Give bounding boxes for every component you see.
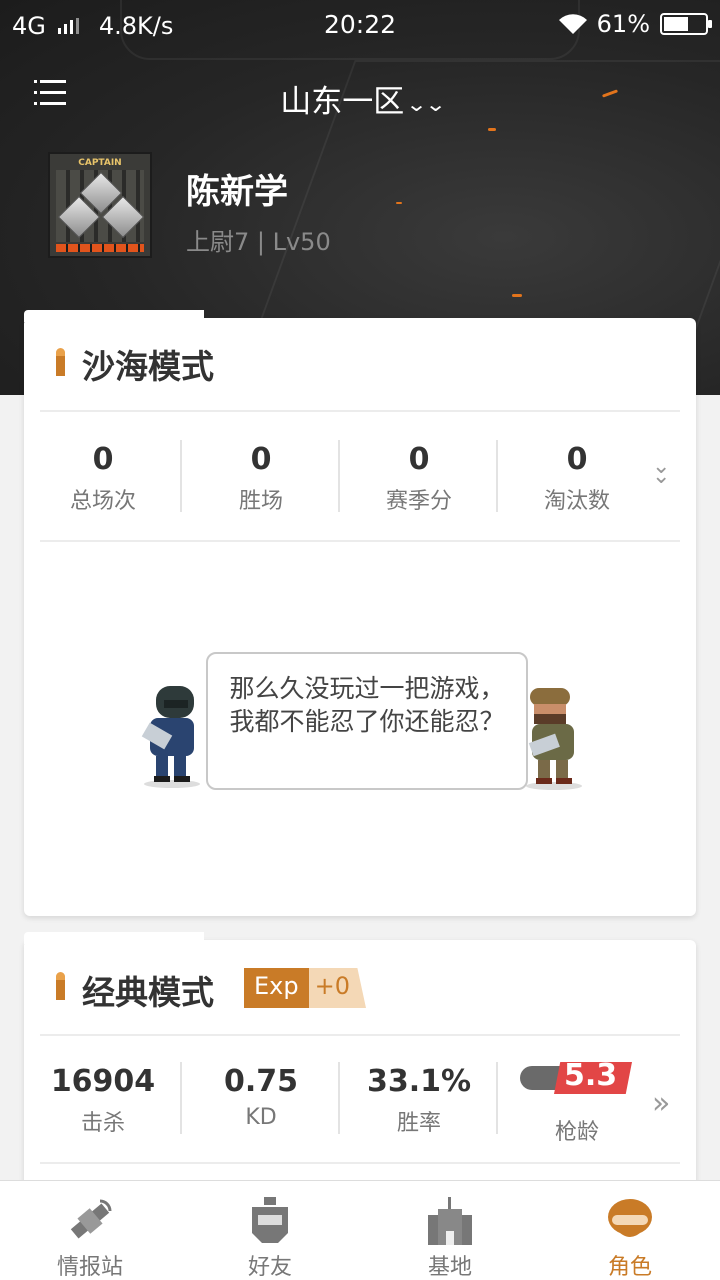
stat-label: KD	[245, 1105, 277, 1130]
bullet-icon	[56, 348, 65, 376]
classic-mode-title: 经典模式	[82, 973, 214, 1012]
stat-kills: 16904 击杀	[24, 1064, 182, 1137]
nav-label: 角色	[607, 1255, 652, 1280]
stat-label: 胜场	[238, 489, 283, 514]
exp-badge: Exp +0	[244, 968, 366, 1008]
satellite-icon	[70, 1199, 112, 1239]
stat-label: 赛季分	[385, 489, 452, 514]
stat-label: 总场次	[69, 489, 136, 514]
battery-percent: 61%	[596, 10, 650, 38]
stat-kd: 0.75 KD	[182, 1064, 340, 1130]
wifi-icon	[558, 14, 587, 34]
stat-value: 0	[250, 442, 272, 477]
stat-wins: 0 胜场	[182, 442, 340, 515]
desert-soldier-icon	[526, 688, 582, 790]
status-bar: 4G 4.8K/s 20:22 61%	[0, 0, 720, 48]
server-name: 山东一区	[280, 84, 405, 120]
bullet-icon	[56, 972, 65, 1000]
nav-intel[interactable]: 情报站	[0, 1181, 180, 1280]
castle-icon	[428, 1197, 472, 1245]
stat-value: 16904	[50, 1064, 156, 1099]
bottom-nav: 情报站 好友 基地 角色	[0, 1180, 720, 1280]
stat-gun-age: 枪龄	[498, 1108, 656, 1146]
badge-caption: CAPTAIN	[78, 158, 122, 168]
stat-label: 枪龄	[554, 1120, 599, 1145]
player-name: 陈新学	[186, 172, 288, 212]
stat-value: 0	[566, 442, 588, 477]
gun-age-badge: 5.3	[520, 1056, 632, 1096]
stat-value: 0.75	[223, 1064, 299, 1099]
blue-soldier-icon	[141, 686, 200, 788]
sand-mode-title: 沙海模式	[82, 347, 214, 386]
exp-value: +0	[308, 968, 366, 1008]
stat-label: 淘汰数	[543, 489, 610, 514]
stat-value: 0	[408, 442, 430, 477]
player-rank-level: 上尉7 | Lv50	[186, 228, 331, 256]
soldier-helmet-icon	[608, 1199, 652, 1237]
sand-mode-card: 沙海模式 0 总场次 0 胜场 0 赛季分 0 淘汰数 ⌄ ⌄	[24, 310, 696, 916]
stat-value: 33.1%	[366, 1064, 472, 1099]
nav-character[interactable]: 角色	[540, 1181, 720, 1280]
server-selector[interactable]: 山东一区⌄⌄	[0, 76, 720, 121]
robot-helmet-icon	[252, 1197, 288, 1243]
nav-label: 好友	[247, 1255, 292, 1280]
nav-friends[interactable]: 好友	[180, 1181, 360, 1280]
empty-state-message: 那么久没玩过一把游戏，我都不能忍了你还能忍？	[206, 652, 528, 790]
stat-value: 0	[92, 442, 114, 477]
rank-badge-icon: CAPTAIN	[48, 152, 152, 258]
gun-age-value: 5.3	[564, 1058, 618, 1093]
stat-label: 击杀	[80, 1111, 125, 1136]
double-chevron-right-icon[interactable]: »	[652, 1086, 670, 1121]
battery-icon	[660, 13, 712, 35]
expand-stats-icon[interactable]: ⌄ ⌄	[652, 456, 670, 488]
exp-label: Exp	[244, 968, 309, 1008]
nav-label: 情报站	[56, 1255, 123, 1280]
stat-win-rate: 33.1% 胜率	[340, 1064, 498, 1137]
double-chevron-down-icon: ⌄⌄	[405, 91, 447, 116]
stat-season-points: 0 赛季分	[340, 442, 498, 515]
nav-label: 基地	[427, 1255, 472, 1280]
stat-total-matches: 0 总场次	[24, 442, 182, 515]
stat-label: 胜率	[396, 1111, 441, 1136]
nav-base[interactable]: 基地	[360, 1181, 540, 1280]
stat-eliminations: 0 淘汰数	[498, 442, 656, 515]
